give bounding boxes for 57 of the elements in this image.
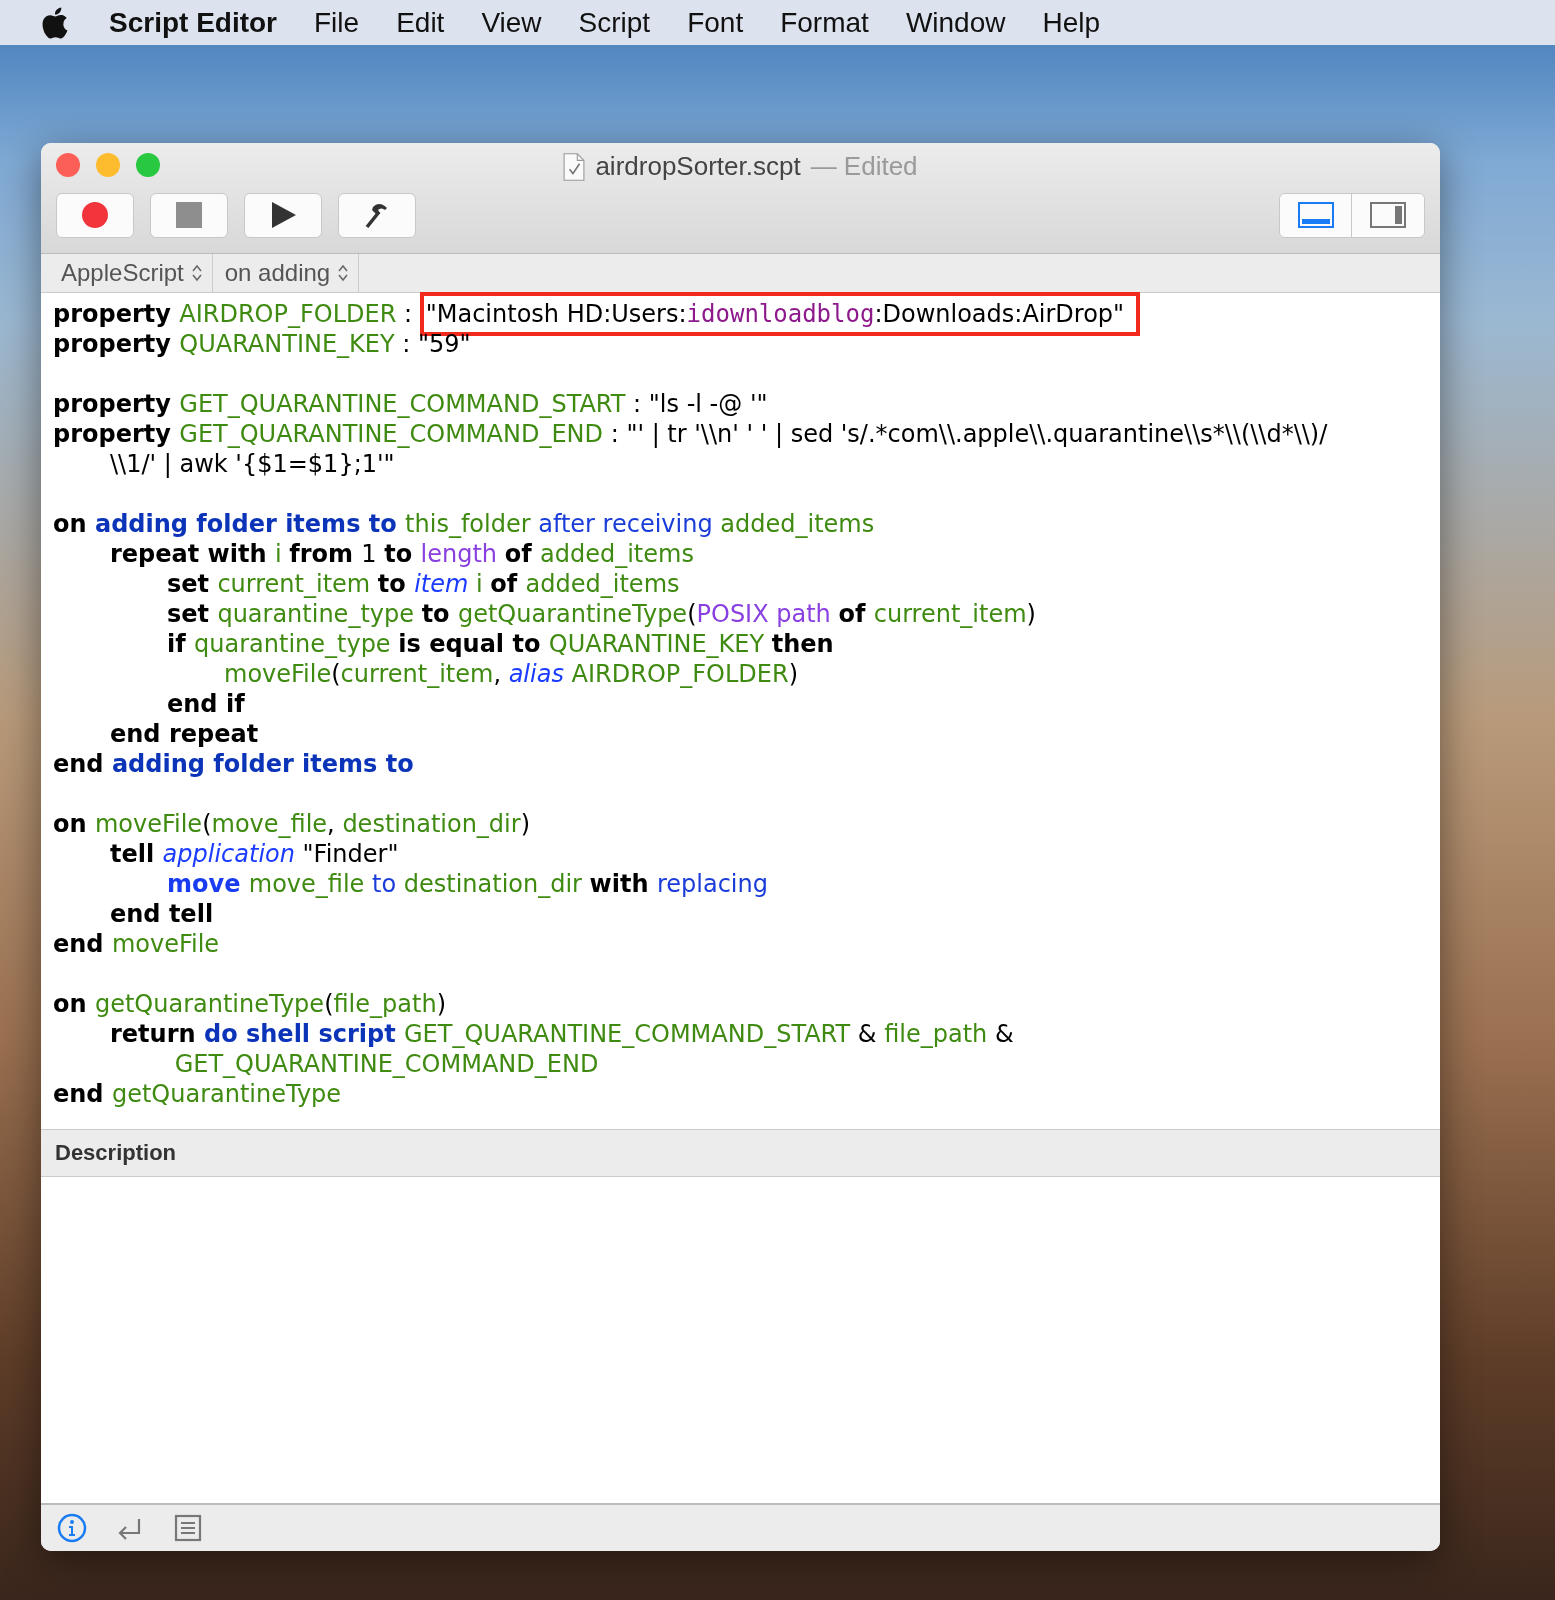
code-line: move move_file to destination_dir with replacing bbox=[167, 870, 768, 898]
up-down-chevron-icon bbox=[338, 264, 349, 282]
code-line: GET_QUARANTINE_COMMAND_END bbox=[173, 1050, 599, 1078]
menu-item[interactable]: View bbox=[481, 6, 542, 39]
popup-menu[interactable]: AppleScript bbox=[49, 254, 213, 292]
script-document-icon bbox=[563, 151, 586, 182]
code-line: end adding folder items to bbox=[53, 750, 414, 778]
record-icon bbox=[81, 201, 109, 229]
compile-button[interactable] bbox=[338, 192, 416, 238]
menu-item[interactable]: File bbox=[314, 6, 360, 39]
menu-item[interactable]: Script bbox=[578, 6, 651, 39]
code-line: set current_item to item i of added_items bbox=[167, 570, 680, 598]
up-down-chevron-icon bbox=[191, 264, 202, 282]
code-line: end moveFile bbox=[53, 930, 220, 958]
bottom-pane-icon bbox=[1297, 202, 1334, 228]
code-line: return do shell script GET_QUARANTINE_COMMAND_START & file_path & bbox=[110, 1020, 1014, 1048]
run-button[interactable] bbox=[244, 192, 322, 238]
code-line: end getQuarantineType bbox=[53, 1080, 342, 1108]
side-pane-icon bbox=[1370, 202, 1406, 228]
info-icon bbox=[57, 1513, 87, 1543]
apple-logo-icon[interactable] bbox=[42, 6, 68, 39]
code-line: on adding folder items to this_folder after receiving added_items bbox=[53, 510, 875, 538]
stop-button[interactable] bbox=[150, 192, 228, 238]
code-line: end tell bbox=[110, 900, 214, 928]
window-title: airdropSorter.scpt bbox=[595, 151, 801, 182]
menu-item[interactable]: Help bbox=[1042, 6, 1101, 39]
code-line: end repeat bbox=[110, 720, 259, 748]
code-line: set quarantine_type to getQuarantineType(POSIX path of current_item) bbox=[167, 600, 1036, 628]
code-line: on getQuarantineType(file_path) bbox=[53, 990, 446, 1018]
menu-item[interactable]: Format bbox=[780, 6, 869, 39]
code-line: property AIRDROP_FOLDER : bbox=[53, 300, 414, 328]
menu-item[interactable]: Font bbox=[687, 6, 744, 39]
code-line: if quarantine_type is equal to QUARANTINE_KEY then bbox=[167, 630, 834, 658]
menu-item[interactable]: Edit bbox=[396, 6, 445, 39]
record-button[interactable] bbox=[56, 192, 134, 238]
description-field[interactable] bbox=[41, 1177, 1440, 1503]
code-line: repeat with i from 1 to length of added_items bbox=[110, 540, 694, 568]
bottom-pane-view-button[interactable] bbox=[1280, 193, 1352, 237]
edited-status: — Edited bbox=[810, 151, 918, 182]
code-line: property GET_QUARANTINE_COMMAND_END : "' | tr '\\n' ' ' | sed 's/.*com\\.apple\\.quarantine\\s*\\(\\d*\\)/ bbox=[53, 420, 1328, 448]
code-line: \\1/' | awk '{$1=$1};1'" bbox=[110, 450, 395, 478]
code-line: end if bbox=[167, 690, 245, 718]
app-name-menu[interactable]: Script Editor bbox=[109, 6, 277, 39]
code-line: moveFile(current_item, alias AIRDROP_FOLDER) bbox=[224, 660, 798, 688]
code-line: tell application "Finder" bbox=[110, 840, 399, 868]
log-tab-button[interactable] bbox=[173, 1513, 203, 1543]
play-icon bbox=[269, 201, 297, 229]
list-icon bbox=[173, 1513, 203, 1543]
description-header: Description bbox=[55, 1140, 177, 1166]
code-line: on moveFile(move_file, destination_dir) bbox=[53, 810, 530, 838]
code-line: property GET_QUARANTINE_COMMAND_START : "ls -l -@ '" bbox=[53, 390, 768, 418]
popup-menu[interactable]: on adding bbox=[212, 254, 360, 292]
side-pane-view-button[interactable] bbox=[1352, 193, 1424, 237]
close-button[interactable] bbox=[56, 153, 80, 177]
info-tab-button[interactable] bbox=[57, 1513, 87, 1543]
menu-item[interactable]: Window bbox=[905, 6, 1006, 39]
stop-icon bbox=[175, 201, 203, 229]
